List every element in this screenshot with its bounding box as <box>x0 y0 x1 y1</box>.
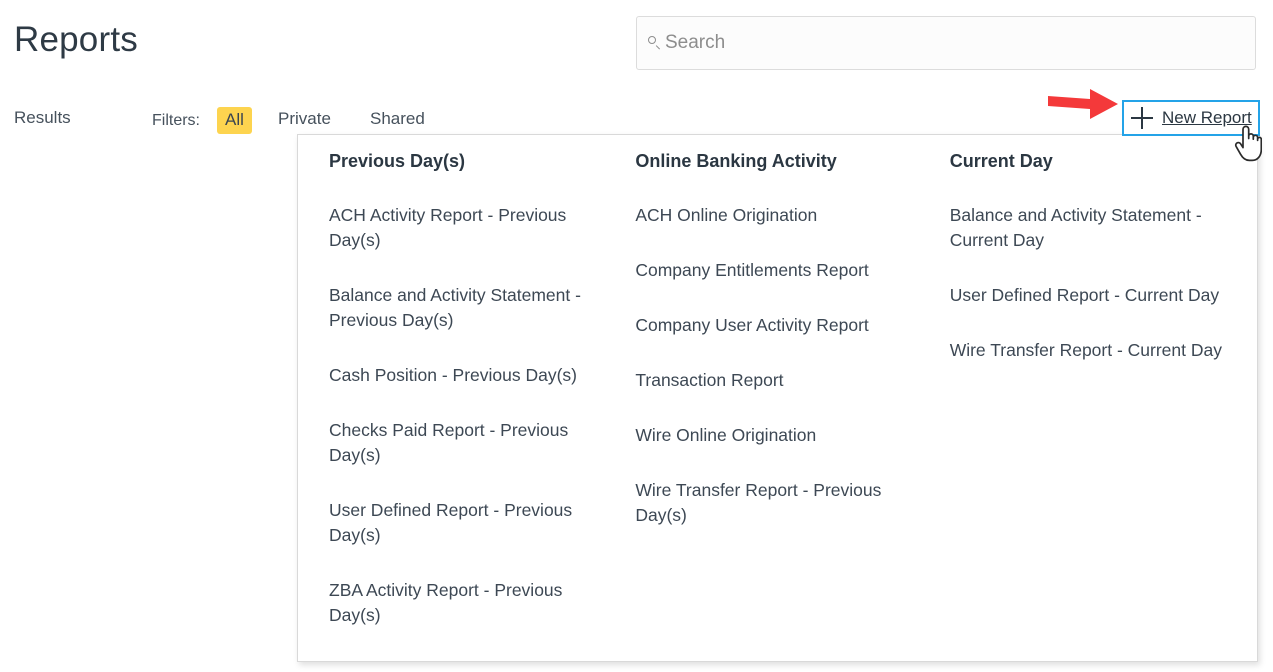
menu-item[interactable]: User Defined Report - Current Day <box>950 283 1225 308</box>
menu-item[interactable]: Company User Activity Report <box>635 313 888 338</box>
plus-icon <box>1131 107 1153 129</box>
menu-item[interactable]: Wire Transfer Report - Previous Day(s) <box>635 478 888 528</box>
red-arrow-annotation <box>1048 89 1118 119</box>
menu-column-current-day: Current Day Balance and Activity Stateme… <box>911 149 1257 661</box>
menu-column-previous-days: Previous Day(s) ACH Activity Report - Pr… <box>298 149 604 661</box>
new-report-dropdown-menu[interactable]: Previous Day(s) ACH Activity Report - Pr… <box>297 134 1258 662</box>
menu-item[interactable]: Wire Online Origination <box>635 423 888 448</box>
dropdown-columns: Previous Day(s) ACH Activity Report - Pr… <box>298 135 1257 661</box>
filter-chip-all[interactable]: All <box>217 107 252 134</box>
menu-item[interactable]: User Defined Report - Previous Day(s) <box>329 498 584 548</box>
filter-chip-private[interactable]: Private <box>278 108 331 130</box>
search-icon <box>647 36 662 51</box>
menu-item[interactable]: ACH Activity Report - Previous Day(s) <box>329 203 584 253</box>
menu-item[interactable]: ZBA Activity Report - Previous Day(s) <box>329 578 584 628</box>
menu-item[interactable]: Transaction Report <box>635 368 888 393</box>
search-input[interactable] <box>665 31 1225 55</box>
menu-item[interactable]: Wire Transfer Report - Current Day <box>950 338 1225 363</box>
search-box[interactable] <box>636 16 1256 70</box>
filter-chip-shared[interactable]: Shared <box>370 108 425 130</box>
menu-item[interactable]: Balance and Activity Statement - Current… <box>950 203 1225 253</box>
menu-item[interactable]: Balance and Activity Statement - Previou… <box>329 283 584 333</box>
menu-column-header: Online Banking Activity <box>635 151 837 171</box>
menu-item[interactable]: Checks Paid Report - Previous Day(s) <box>329 418 584 468</box>
page-title: Reports <box>14 20 138 59</box>
menu-column-online-banking-activity: Online Banking Activity ACH Online Origi… <box>604 149 910 661</box>
menu-item[interactable]: ACH Online Origination <box>635 203 888 228</box>
menu-item[interactable]: Cash Position - Previous Day(s) <box>329 363 584 388</box>
results-label: Results <box>14 108 71 127</box>
hand-cursor-icon <box>1234 125 1262 162</box>
menu-column-header: Current Day <box>949 151 1053 171</box>
filters-label: Filters: <box>152 112 200 129</box>
menu-item[interactable]: Company Entitlements Report <box>635 258 888 283</box>
menu-column-header: Previous Day(s) <box>329 151 466 171</box>
